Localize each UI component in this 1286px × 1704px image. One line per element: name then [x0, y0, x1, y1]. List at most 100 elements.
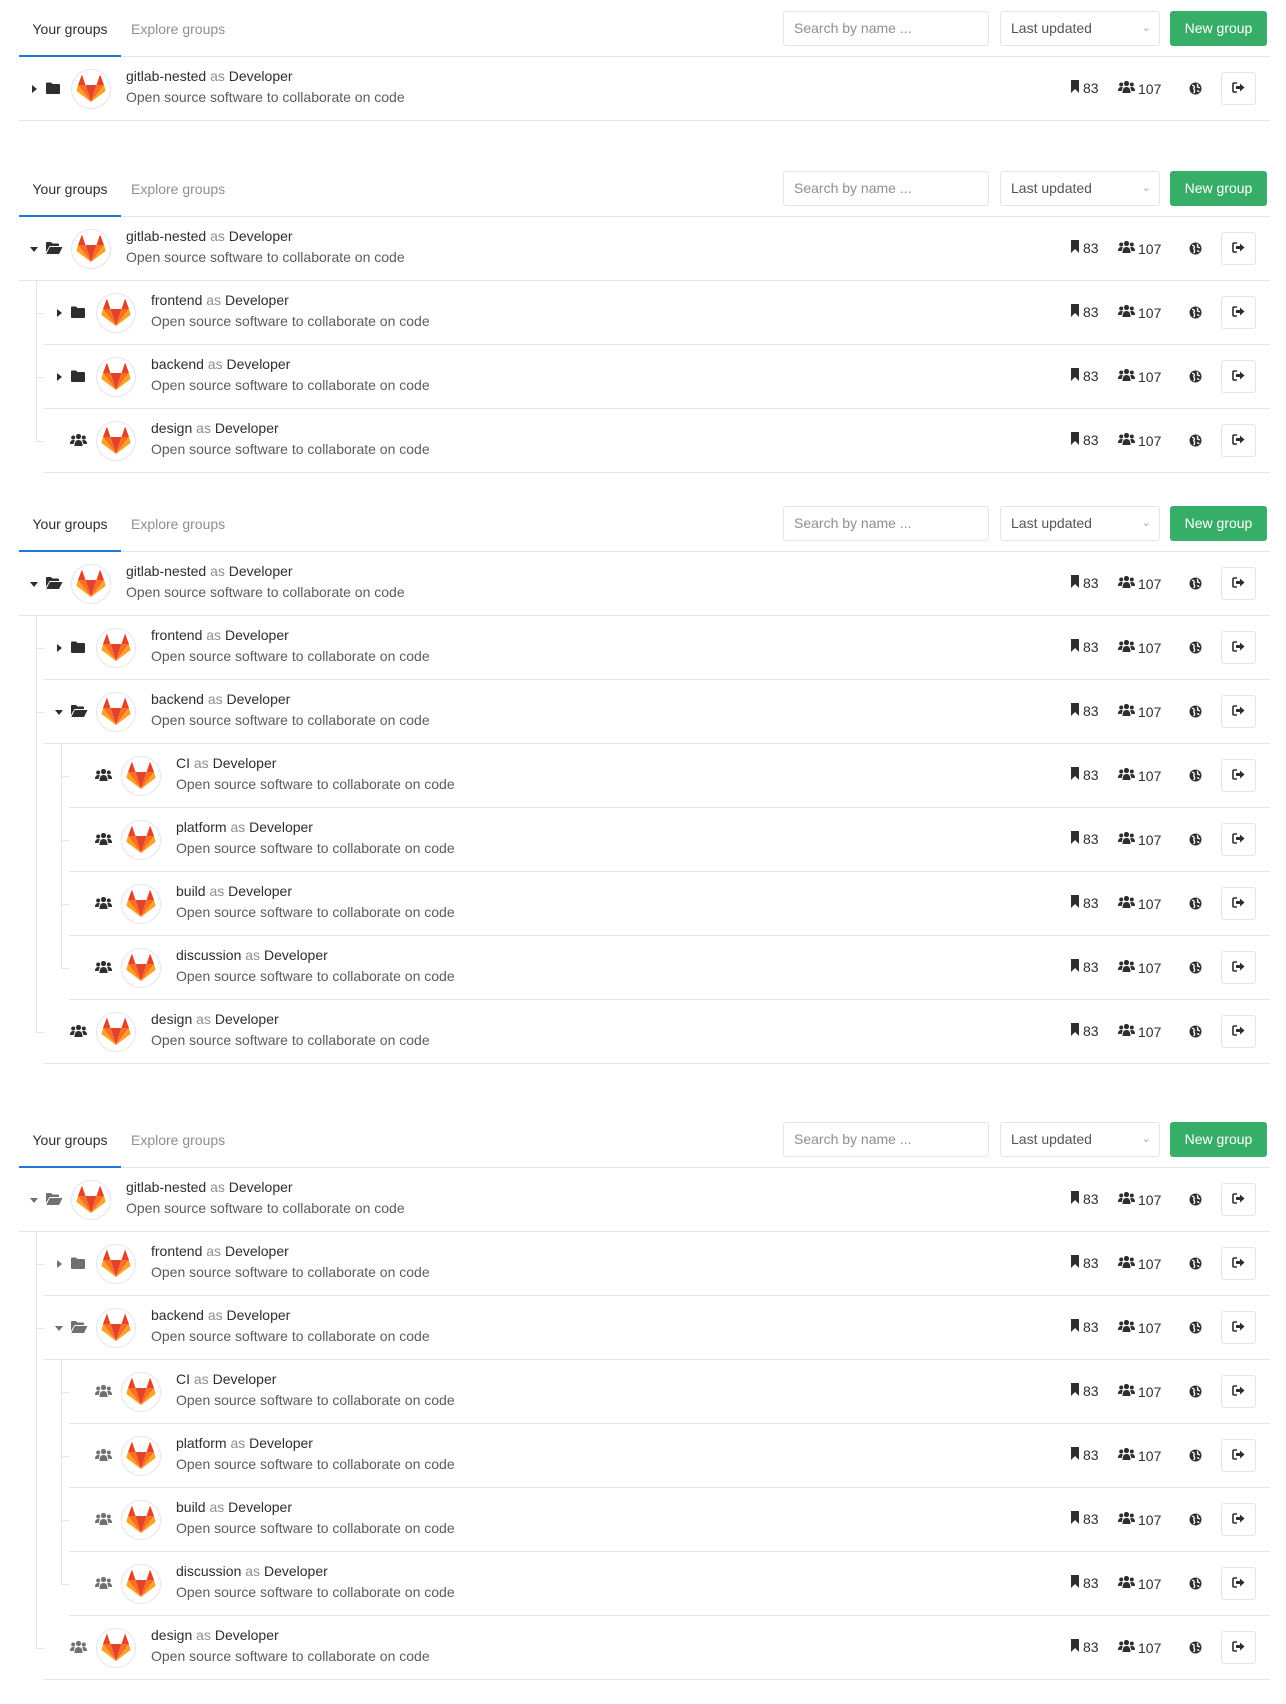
group-row[interactable]: CI as Developer Open source software to c…: [61, 744, 1270, 808]
tab-explore-groups[interactable]: Explore groups: [131, 495, 225, 552]
group-name-link[interactable]: backend: [151, 1307, 204, 1323]
sort-dropdown[interactable]: Last updated ⌄: [1000, 506, 1160, 541]
leave-group-button[interactable]: [1221, 296, 1256, 329]
sort-dropdown[interactable]: Last updated ⌄: [1000, 1122, 1160, 1157]
new-group-button[interactable]: New group: [1170, 506, 1267, 541]
group-avatar[interactable]: [121, 1500, 161, 1540]
group-avatar[interactable]: [121, 1436, 161, 1476]
group-row[interactable]: gitlab-nested as Developer Open source so…: [19, 57, 1270, 121]
group-row[interactable]: design as Developer Open source software …: [36, 1616, 1270, 1680]
tab-your-groups[interactable]: Your groups: [19, 495, 121, 552]
caret-right-icon[interactable]: [28, 82, 40, 96]
group-name-link[interactable]: frontend: [151, 1243, 202, 1259]
tab-your-groups[interactable]: Your groups: [19, 0, 121, 57]
leave-group-button[interactable]: [1221, 1439, 1256, 1472]
caret-down-icon[interactable]: [53, 705, 65, 719]
group-name-link[interactable]: gitlab-nested: [126, 68, 206, 84]
caret-down-icon[interactable]: [53, 1321, 65, 1335]
group-avatar[interactable]: [121, 1372, 161, 1412]
caret-right-icon[interactable]: [53, 370, 65, 384]
group-name-link[interactable]: gitlab-nested: [126, 228, 206, 244]
group-name-link[interactable]: design: [151, 1011, 192, 1027]
search-input[interactable]: [783, 171, 989, 206]
caret-right-icon[interactable]: [53, 1257, 65, 1271]
group-row[interactable]: discussion as Developer Open source softw…: [61, 936, 1270, 1000]
group-row[interactable]: backend as Developer Open source software…: [36, 345, 1270, 409]
group-name-link[interactable]: build: [176, 1499, 206, 1515]
group-avatar[interactable]: [71, 564, 111, 604]
group-row[interactable]: gitlab-nested as Developer Open source so…: [19, 1168, 1270, 1232]
group-row[interactable]: frontend as Developer Open source softwar…: [36, 1232, 1270, 1296]
group-name-link[interactable]: design: [151, 1627, 192, 1643]
group-avatar[interactable]: [71, 69, 111, 109]
leave-group-button[interactable]: [1221, 695, 1256, 728]
caret-down-icon[interactable]: [28, 577, 40, 591]
group-avatar[interactable]: [121, 756, 161, 796]
group-avatar[interactable]: [71, 229, 111, 269]
sort-dropdown[interactable]: Last updated ⌄: [1000, 171, 1160, 206]
group-row[interactable]: design as Developer Open source software …: [36, 409, 1270, 473]
group-name-link[interactable]: discussion: [176, 1563, 241, 1579]
leave-group-button[interactable]: [1221, 1311, 1256, 1344]
leave-group-button[interactable]: [1221, 360, 1256, 393]
group-name-link[interactable]: frontend: [151, 627, 202, 643]
group-row[interactable]: discussion as Developer Open source softw…: [61, 1552, 1270, 1616]
leave-group-button[interactable]: [1221, 887, 1256, 920]
leave-group-button[interactable]: [1221, 1567, 1256, 1600]
search-field[interactable]: Search by name ...: [783, 1122, 989, 1157]
leave-group-button[interactable]: [1221, 1247, 1256, 1280]
group-avatar[interactable]: [96, 357, 136, 397]
search-field[interactable]: Search by name ...: [783, 171, 989, 206]
caret-right-icon[interactable]: [53, 306, 65, 320]
group-row[interactable]: backend as Developer Open source software…: [36, 680, 1270, 744]
group-row[interactable]: platform as Developer Open source softwar…: [61, 1424, 1270, 1488]
group-row[interactable]: CI as Developer Open source software to c…: [61, 1360, 1270, 1424]
group-name-link[interactable]: CI: [176, 755, 190, 771]
leave-group-button[interactable]: [1221, 424, 1256, 457]
search-field[interactable]: Search by name ...: [783, 506, 989, 541]
group-avatar[interactable]: [121, 1564, 161, 1604]
group-avatar[interactable]: [96, 293, 136, 333]
group-name-link[interactable]: platform: [176, 819, 227, 835]
group-name-link[interactable]: gitlab-nested: [126, 563, 206, 579]
group-avatar[interactable]: [121, 884, 161, 924]
group-avatar[interactable]: [96, 421, 136, 461]
leave-group-button[interactable]: [1221, 1503, 1256, 1536]
group-name-link[interactable]: build: [176, 883, 206, 899]
group-avatar[interactable]: [121, 820, 161, 860]
group-row[interactable]: frontend as Developer Open source softwar…: [36, 616, 1270, 680]
group-row[interactable]: frontend as Developer Open source softwar…: [36, 281, 1270, 345]
group-avatar[interactable]: [96, 692, 136, 732]
leave-group-button[interactable]: [1221, 631, 1256, 664]
group-avatar[interactable]: [96, 1308, 136, 1348]
group-row[interactable]: gitlab-nested as Developer Open source so…: [19, 552, 1270, 616]
leave-group-button[interactable]: [1221, 823, 1256, 856]
group-row[interactable]: design as Developer Open source software …: [36, 1000, 1270, 1064]
leave-group-button[interactable]: [1221, 72, 1256, 105]
new-group-button[interactable]: New group: [1170, 171, 1267, 206]
group-row[interactable]: build as Developer Open source software t…: [61, 1488, 1270, 1552]
group-avatar[interactable]: [96, 628, 136, 668]
tab-explore-groups[interactable]: Explore groups: [131, 0, 225, 57]
tab-explore-groups[interactable]: Explore groups: [131, 1111, 225, 1168]
leave-group-button[interactable]: [1221, 232, 1256, 265]
new-group-button[interactable]: New group: [1170, 1122, 1267, 1157]
tab-your-groups[interactable]: Your groups: [19, 160, 121, 217]
leave-group-button[interactable]: [1221, 1183, 1256, 1216]
caret-right-icon[interactable]: [53, 641, 65, 655]
group-avatar[interactable]: [96, 1012, 136, 1052]
group-name-link[interactable]: frontend: [151, 292, 202, 308]
leave-group-button[interactable]: [1221, 759, 1256, 792]
leave-group-button[interactable]: [1221, 1631, 1256, 1664]
group-row[interactable]: backend as Developer Open source software…: [36, 1296, 1270, 1360]
group-row[interactable]: build as Developer Open source software t…: [61, 872, 1270, 936]
tab-explore-groups[interactable]: Explore groups: [131, 160, 225, 217]
group-name-link[interactable]: backend: [151, 356, 204, 372]
group-avatar[interactable]: [96, 1628, 136, 1668]
group-avatar[interactable]: [71, 1180, 111, 1220]
sort-dropdown[interactable]: Last updated ⌄: [1000, 11, 1160, 46]
group-avatar[interactable]: [121, 948, 161, 988]
group-name-link[interactable]: gitlab-nested: [126, 1179, 206, 1195]
leave-group-button[interactable]: [1221, 951, 1256, 984]
search-input[interactable]: [783, 1122, 989, 1157]
